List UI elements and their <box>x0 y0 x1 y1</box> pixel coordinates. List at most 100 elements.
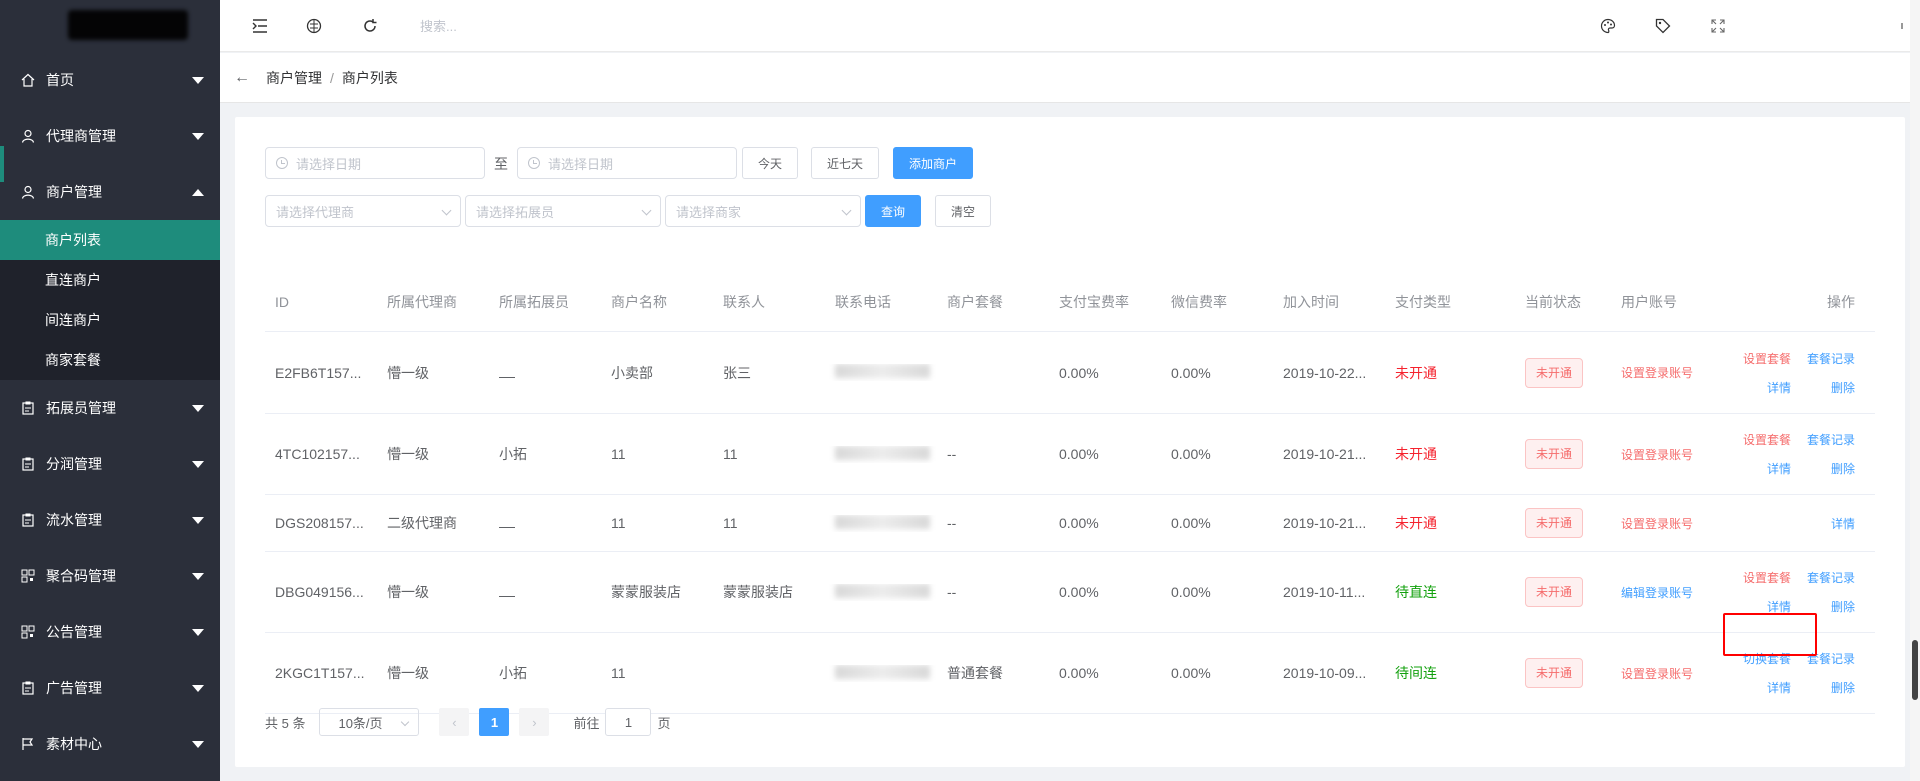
join-time: 2019-10-21... <box>1283 515 1367 531</box>
ops-cell: 设置套餐 套餐记录 详情 删除 <box>1739 350 1865 396</box>
sidebar-item-label: 拓展员管理 <box>46 400 116 416</box>
start-date-picker[interactable]: 请选择日期 <box>265 147 485 179</box>
tag-icon[interactable] <box>1653 16 1673 36</box>
sidebar-item-label: 流水管理 <box>46 512 102 528</box>
sidebar-subitem-merchant-package[interactable]: 商家套餐 <box>0 340 220 380</box>
edit-login-account-link[interactable]: 编辑登录账号 <box>1621 586 1693 600</box>
detail-link[interactable]: 详情 <box>1831 515 1855 532</box>
sidebar-item-agent[interactable]: 代理商管理 <box>0 108 220 164</box>
agent-cell: 懵一级 <box>387 665 429 681</box>
delete-link[interactable]: 删除 <box>1807 460 1855 477</box>
sidebar: 首页 代理商管理 商户管理 商户列表 直连商户 间连商户 商家套餐 拓展员管理 … <box>0 0 220 781</box>
set-login-account-link[interactable]: 设置登录账号 <box>1621 667 1693 681</box>
column-header: ID <box>275 293 289 310</box>
user-dropdown-icon[interactable] <box>1892 16 1912 36</box>
package-record-link[interactable]: 套餐记录 <box>1807 431 1855 448</box>
delete-link[interactable]: 删除 <box>1807 379 1855 396</box>
expander-select[interactable]: 请选择拓展员 <box>465 195 661 227</box>
alipay-rate: 0.00% <box>1059 446 1099 462</box>
agent-select[interactable]: 请选择代理商 <box>265 195 461 227</box>
detail-link[interactable]: 详情 <box>1743 460 1791 477</box>
merchant-id: DBG049156... <box>275 584 364 600</box>
goto-page-input[interactable] <box>605 708 652 736</box>
sidebar-item-label: 代理商管理 <box>46 128 116 144</box>
empty-dash <box>499 527 515 528</box>
submenu-merchant: 商户列表 直连商户 间连商户 商家套餐 <box>0 220 220 380</box>
sidebar-item-flow[interactable]: 流水管理 <box>0 492 220 548</box>
sidebar-item-material[interactable]: 素材中心 <box>0 716 220 772</box>
page-number-1[interactable]: 1 <box>479 708 510 736</box>
set-package-link[interactable]: 设置套餐 <box>1743 569 1791 586</box>
expander-cell <box>489 584 601 600</box>
total-count: 共 5 条 <box>265 715 306 731</box>
account-cell: 设置登录账号 <box>1611 364 1739 381</box>
sidebar-subitem-merchant-list[interactable]: 商户列表 <box>0 220 220 260</box>
breadcrumb-parent[interactable]: 商户管理 <box>266 68 322 88</box>
package-record-link[interactable]: 套餐记录 <box>1807 350 1855 367</box>
set-package-link[interactable]: 设置套餐 <box>1743 431 1791 448</box>
set-login-account-link[interactable]: 设置登录账号 <box>1621 517 1693 531</box>
page-scrollbar[interactable] <box>1910 0 1920 781</box>
set-login-account-link[interactable]: 设置登录账号 <box>1621 448 1693 462</box>
clipboard-icon <box>20 400 36 416</box>
palette-icon[interactable] <box>1598 16 1618 36</box>
chevron-down-icon <box>192 573 204 580</box>
redacted-phone <box>835 364 930 378</box>
phone-cell <box>825 583 937 601</box>
end-date-picker[interactable]: 请选择日期 <box>517 147 737 179</box>
page-size-select[interactable]: 10条/页 <box>319 708 420 736</box>
merchant-select[interactable]: 请选择商家 <box>665 195 861 227</box>
last-seven-days-button[interactable]: 近七天 <box>811 147 879 179</box>
pay-type: 未开通 <box>1395 515 1437 531</box>
refresh-icon[interactable] <box>360 16 380 36</box>
ops-cell: 详情 <box>1739 515 1865 532</box>
sidebar-item-expander[interactable]: 拓展员管理 <box>0 380 220 436</box>
clear-button[interactable]: 清空 <box>935 195 991 227</box>
flag-icon <box>20 736 36 752</box>
table-row: E2FB6T157... 懵一级 小卖部 张三 0.00% 0.00% 2019… <box>265 332 1875 414</box>
status-cell: 未开通 <box>1515 439 1611 469</box>
breadcrumb: ← 商户管理 / 商户列表 <box>220 53 1920 103</box>
sidebar-item-home[interactable]: 首页 <box>0 52 220 108</box>
prev-page-button[interactable]: ‹ <box>439 708 470 736</box>
sidebar-item-merchant[interactable]: 商户管理 <box>0 164 220 220</box>
account-cell: 设置登录账号 <box>1611 665 1739 682</box>
sidebar-item-profit[interactable]: 分润管理 <box>0 436 220 492</box>
sidebar-subitem-direct-merchant[interactable]: 直连商户 <box>0 260 220 300</box>
search-input[interactable] <box>420 14 720 38</box>
next-page-button[interactable]: › <box>519 708 550 736</box>
add-merchant-button[interactable]: 添加商户 <box>893 147 973 179</box>
fullscreen-icon[interactable] <box>1708 16 1728 36</box>
alipay-rate: 0.00% <box>1059 584 1099 600</box>
detail-link[interactable]: 详情 <box>1743 379 1791 396</box>
merchant-name: 11 <box>611 446 626 462</box>
set-package-link[interactable]: 设置套餐 <box>1743 350 1791 367</box>
phone-cell <box>825 664 937 682</box>
pagination: 共 5 条 10条/页 ‹ 1 › 前往 页 <box>265 707 671 737</box>
scrollbar-thumb[interactable] <box>1912 640 1918 700</box>
sidebar-item-ads[interactable]: 广告管理 <box>0 660 220 716</box>
clipboard-icon <box>20 680 36 696</box>
back-arrow-icon[interactable]: ← <box>234 69 250 87</box>
delete-link[interactable]: 删除 <box>1807 679 1855 696</box>
sidebar-item-qrcode[interactable]: 聚合码管理 <box>0 548 220 604</box>
table-row: DBG049156... 懵一级 蒙蒙服装店 蒙蒙服装店 -- 0.00% 0.… <box>265 552 1875 633</box>
set-login-account-link[interactable]: 设置登录账号 <box>1621 366 1693 380</box>
expander-cell <box>489 515 601 531</box>
package-record-link[interactable]: 套餐记录 <box>1807 569 1855 586</box>
menu-fold-icon[interactable] <box>250 16 270 36</box>
detail-link[interactable]: 详情 <box>1743 679 1791 696</box>
today-button[interactable]: 今天 <box>742 147 798 179</box>
globe-icon[interactable] <box>304 16 324 36</box>
empty-dash <box>499 376 515 378</box>
merchant-id: DGS208157... <box>275 515 364 531</box>
agent-cell: 懵一级 <box>387 364 429 381</box>
empty-dash <box>499 596 515 597</box>
sidebar-subitem-indirect-merchant[interactable]: 间连商户 <box>0 300 220 340</box>
pay-type: 未开通 <box>1395 446 1437 462</box>
query-button[interactable]: 查询 <box>865 195 921 227</box>
end-date-placeholder: 请选择日期 <box>548 156 614 172</box>
sidebar-item-notice[interactable]: 公告管理 <box>0 604 220 660</box>
column-header: 操作 <box>1827 293 1855 310</box>
status-badge: 未开通 <box>1525 577 1584 607</box>
